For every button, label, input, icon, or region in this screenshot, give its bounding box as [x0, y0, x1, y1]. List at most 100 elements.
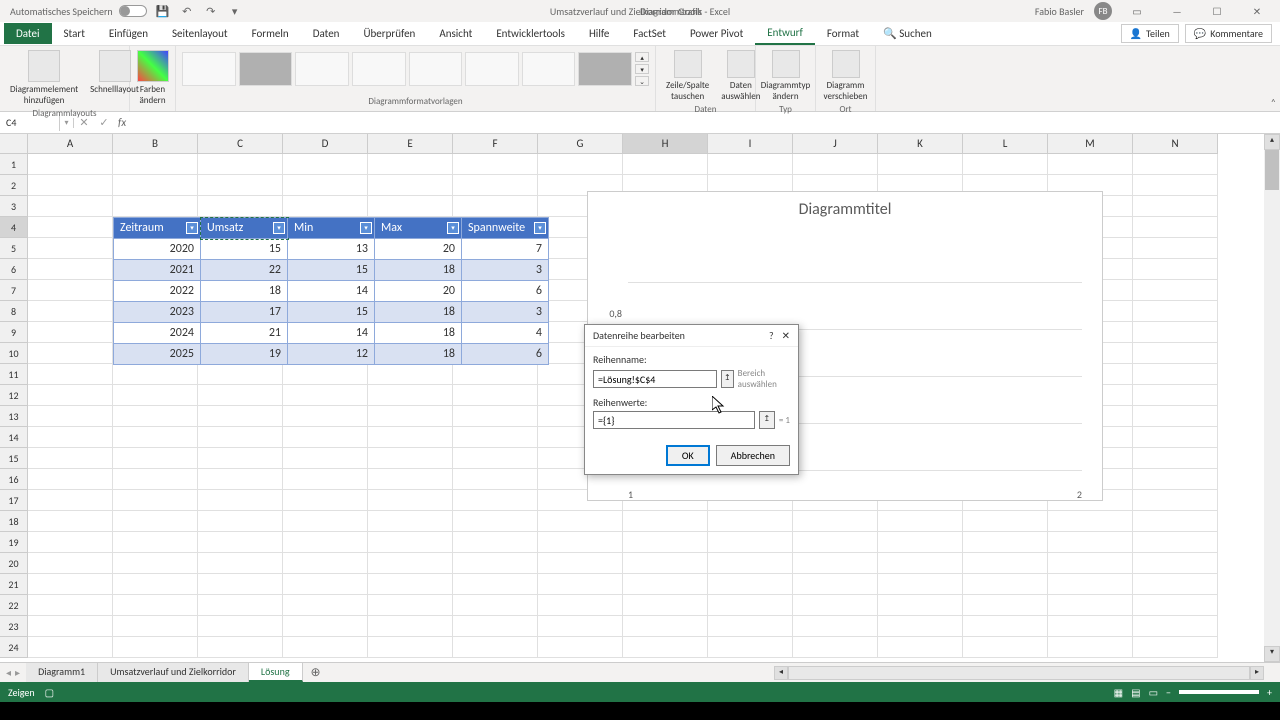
cell-C23[interactable] [198, 616, 283, 637]
cell-E21[interactable] [368, 574, 453, 595]
cell-F20[interactable] [453, 553, 538, 574]
move-chart-button[interactable]: Diagramm verschieben [822, 48, 869, 104]
table-cell[interactable]: 7 [462, 239, 549, 260]
cell-M18[interactable] [1048, 511, 1133, 532]
cell-K19[interactable] [878, 532, 963, 553]
cell-B3[interactable] [113, 196, 198, 217]
range-select-icon[interactable]: ↥ [721, 370, 734, 388]
filter-icon[interactable]: ▾ [273, 222, 285, 234]
dialog-close-icon[interactable]: ✕ [782, 329, 790, 342]
chart-style-8[interactable] [578, 52, 632, 86]
cell-N12[interactable] [1133, 385, 1218, 406]
table-cell[interactable]: 20 [375, 239, 462, 260]
cell-F1[interactable] [453, 154, 538, 175]
cell-H21[interactable] [623, 574, 708, 595]
cell-F11[interactable] [453, 364, 538, 385]
cell-C1[interactable] [198, 154, 283, 175]
cell-N6[interactable] [1133, 259, 1218, 280]
cell-A20[interactable] [28, 553, 113, 574]
cell-C21[interactable] [198, 574, 283, 595]
macro-record-icon[interactable]: ▢ [45, 686, 54, 699]
cell-A6[interactable] [28, 259, 113, 280]
cell-A11[interactable] [28, 364, 113, 385]
table-cell[interactable]: 20 [375, 281, 462, 302]
cell-J24[interactable] [793, 637, 878, 658]
cell-A5[interactable] [28, 238, 113, 259]
cell-B16[interactable] [113, 469, 198, 490]
cell-E24[interactable] [368, 637, 453, 658]
table-cell[interactable]: 2021 [114, 260, 201, 281]
cell-A22[interactable] [28, 595, 113, 616]
view-normal-icon[interactable]: ▦ [1114, 686, 1123, 699]
formula-input[interactable] [130, 121, 1280, 125]
col-header-K[interactable]: K [878, 134, 963, 154]
row-header-8[interactable]: 8 [0, 301, 28, 322]
row-header-7[interactable]: 7 [0, 280, 28, 301]
chart-style-3[interactable] [295, 52, 349, 86]
cell-A19[interactable] [28, 532, 113, 553]
cell-L24[interactable] [963, 637, 1048, 658]
sheet-tab[interactable]: Umsatzverlauf und Zielkorridor [98, 663, 249, 682]
select-all-corner[interactable] [0, 134, 28, 154]
cell-J23[interactable] [793, 616, 878, 637]
sheet-nav-last-icon[interactable]: ▸ [15, 666, 20, 679]
cell-L20[interactable] [963, 553, 1048, 574]
cell-E11[interactable] [368, 364, 453, 385]
cell-L21[interactable] [963, 574, 1048, 595]
cell-H24[interactable] [623, 637, 708, 658]
cell-C14[interactable] [198, 427, 283, 448]
cell-C18[interactable] [198, 511, 283, 532]
tab-factset[interactable]: FactSet [621, 23, 678, 44]
cell-H23[interactable] [623, 616, 708, 637]
cell-G24[interactable] [538, 637, 623, 658]
switch-row-col-button[interactable]: Zeile/Spalte tauschen [662, 48, 713, 104]
style-more-icon[interactable]: ⌄ [635, 76, 649, 86]
table-cell[interactable]: 13 [288, 239, 375, 260]
scroll-up-icon[interactable]: ▴ [1264, 134, 1280, 150]
comments-button[interactable]: 💬 Kommentare [1185, 24, 1272, 43]
table-cell[interactable]: 18 [375, 302, 462, 323]
cell-I23[interactable] [708, 616, 793, 637]
cell-G18[interactable] [538, 511, 623, 532]
cell-N17[interactable] [1133, 490, 1218, 511]
table-header-4[interactable]: Spannweite▾ [462, 218, 549, 239]
cell-D1[interactable] [283, 154, 368, 175]
filter-icon[interactable]: ▾ [534, 222, 546, 234]
cell-L1[interactable] [963, 154, 1048, 175]
cell-J1[interactable] [793, 154, 878, 175]
row-header-11[interactable]: 11 [0, 364, 28, 385]
cell-J20[interactable] [793, 553, 878, 574]
table-cell[interactable]: 18 [375, 260, 462, 281]
cell-K20[interactable] [878, 553, 963, 574]
table-cell[interactable]: 4 [462, 323, 549, 344]
cell-A18[interactable] [28, 511, 113, 532]
cell-M19[interactable] [1048, 532, 1133, 553]
cell-M22[interactable] [1048, 595, 1133, 616]
cell-N18[interactable] [1133, 511, 1218, 532]
cell-C20[interactable] [198, 553, 283, 574]
cell-H19[interactable] [623, 532, 708, 553]
cell-L19[interactable] [963, 532, 1048, 553]
cell-A24[interactable] [28, 637, 113, 658]
col-header-E[interactable]: E [368, 134, 453, 154]
tab-design[interactable]: Entwurf [755, 22, 815, 45]
table-cell[interactable]: 2024 [114, 323, 201, 344]
col-header-G[interactable]: G [538, 134, 623, 154]
filter-icon[interactable]: ▾ [447, 222, 459, 234]
zoom-out-icon[interactable]: − [1166, 686, 1171, 699]
ok-button[interactable]: OK [666, 445, 710, 466]
cell-A1[interactable] [28, 154, 113, 175]
toggle-icon[interactable] [119, 5, 147, 17]
cell-A4[interactable] [28, 217, 113, 238]
table-cell[interactable]: 15 [288, 302, 375, 323]
cell-I21[interactable] [708, 574, 793, 595]
cell-B24[interactable] [113, 637, 198, 658]
row-header-3[interactable]: 3 [0, 196, 28, 217]
chart-style-4[interactable] [352, 52, 406, 86]
cell-J19[interactable] [793, 532, 878, 553]
cell-I19[interactable] [708, 532, 793, 553]
chart-style-5[interactable] [409, 52, 463, 86]
zoom-in-icon[interactable]: + [1267, 686, 1272, 699]
cell-N9[interactable] [1133, 322, 1218, 343]
cell-G21[interactable] [538, 574, 623, 595]
